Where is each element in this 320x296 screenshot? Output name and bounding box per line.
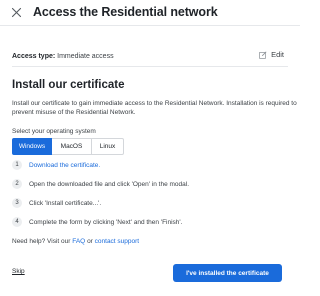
help-text: Need help? Visit our FAQ or contact supp…	[12, 238, 139, 245]
modal-title: Access the Residential network	[33, 5, 218, 19]
os-select-label: Select your operating system	[12, 128, 96, 135]
os-segmented-control: Windows MacOS Linux	[12, 138, 124, 155]
install-description: Install our certificate to gain immediat…	[12, 100, 297, 116]
step-text: Complete the form by clicking 'Next' and…	[29, 218, 183, 226]
access-type-row: Access type: Immediate access	[12, 53, 114, 60]
step-number: 1	[12, 160, 22, 170]
faq-link[interactable]: FAQ	[72, 238, 85, 245]
edit-icon	[259, 51, 267, 59]
modal-header: Access the Residential network	[0, 0, 300, 26]
step-item: 1 Download the certificate.	[12, 160, 100, 170]
step-item: 4 Complete the form by clicking 'Next' a…	[12, 217, 182, 227]
step-item: 3 Click 'Install certificate...'.	[12, 198, 101, 208]
os-option-windows[interactable]: Windows	[12, 138, 52, 155]
os-option-linux[interactable]: Linux	[92, 138, 124, 155]
step-item: 2 Open the downloaded file and click 'Op…	[12, 179, 189, 189]
help-prefix: Need help? Visit our	[12, 238, 71, 245]
edit-button[interactable]: Edit	[259, 50, 284, 59]
installed-certificate-button[interactable]: I've installed the certificate	[173, 264, 282, 282]
access-type-label: Access type:	[12, 53, 56, 60]
os-option-macos[interactable]: MacOS	[52, 138, 92, 155]
step-text: Open the downloaded file and click 'Open…	[29, 180, 190, 188]
edit-label: Edit	[271, 50, 284, 59]
contact-support-link[interactable]: contact support	[95, 238, 139, 245]
skip-link[interactable]: Skip	[12, 268, 25, 275]
step-text: Click 'Install certificate...'.	[29, 199, 102, 207]
access-type-value: Immediate access	[57, 53, 114, 60]
close-icon[interactable]	[11, 7, 22, 18]
install-title: Install our certificate	[12, 79, 125, 91]
divider	[12, 66, 288, 67]
download-certificate-link[interactable]: Download the certificate.	[29, 162, 100, 169]
step-number: 4	[12, 217, 22, 227]
help-or: or	[87, 238, 93, 245]
step-number: 3	[12, 198, 22, 208]
step-number: 2	[12, 179, 22, 189]
